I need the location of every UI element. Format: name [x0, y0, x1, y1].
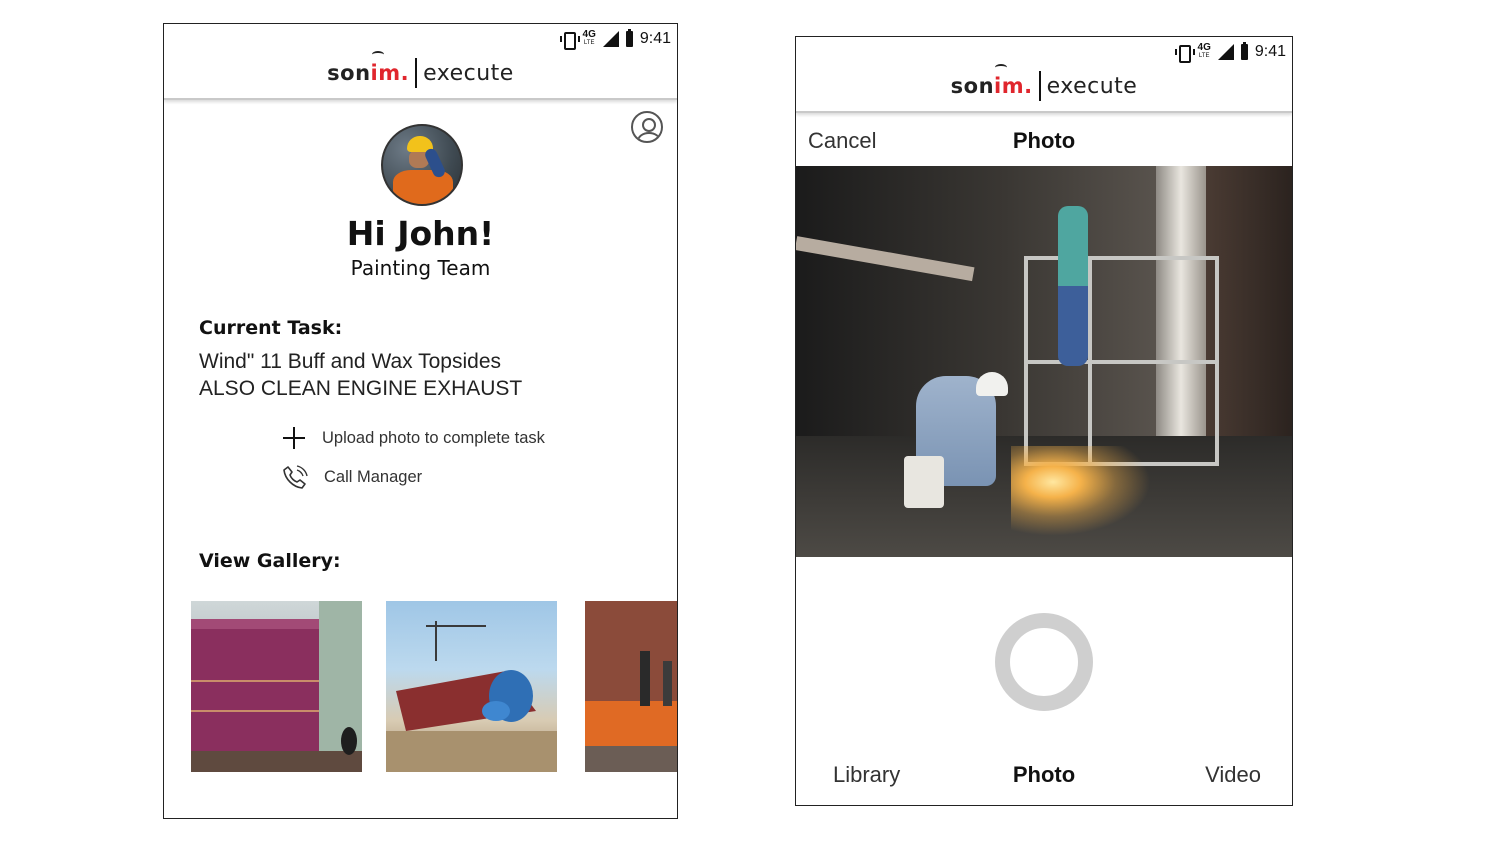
- signal-icon: [1217, 44, 1234, 60]
- preview-bucket: [904, 456, 944, 508]
- preview-scaffold: [1024, 256, 1219, 466]
- view-gallery-label: View Gallery:: [199, 550, 341, 572]
- brand-name-part1: son: [950, 74, 995, 98]
- wifi-icon: [995, 64, 1008, 71]
- phone-icon: [283, 465, 308, 489]
- brand-name-part2: im.: [370, 51, 410, 85]
- vibrate-icon: [559, 32, 580, 50]
- network-subtype: LTE: [1198, 53, 1210, 59]
- current-task-label: Current Task:: [199, 317, 343, 339]
- brand-logo: son im. execute: [164, 51, 677, 88]
- preview-sparks: [1011, 446, 1151, 536]
- gallery-image-propeller: [386, 621, 557, 772]
- gallery-thumbnail[interactable]: [585, 601, 677, 772]
- plus-icon: [282, 426, 306, 450]
- preview-helmet: [976, 372, 1008, 396]
- wifi-icon: [371, 51, 384, 58]
- status-time: 9:41: [1254, 43, 1286, 60]
- network-indicator: 4G LTE: [583, 30, 596, 48]
- user-circle-icon[interactable]: [631, 111, 663, 143]
- gallery-image-ship-bow: [585, 601, 677, 772]
- brand-product: execute: [1046, 73, 1138, 99]
- home-screen: 4G LTE 9:41 son im. execute Hi John! Pain…: [163, 23, 678, 819]
- gallery-image-ship-hull: [191, 601, 362, 772]
- status-time: 9:41: [639, 30, 671, 47]
- brand-product: execute: [423, 60, 514, 86]
- brand-name-part2: im.: [994, 64, 1033, 98]
- brand-divider: [1038, 71, 1041, 101]
- call-manager-label: Call Manager: [324, 467, 423, 486]
- task-description-line-2: ALSO CLEAN ENGINE EXHAUST: [199, 377, 523, 400]
- brand-divider: [415, 58, 418, 88]
- brand-logo: son im. execute: [796, 64, 1292, 101]
- brand-name-part2-text: im.: [370, 61, 410, 85]
- vibrate-icon: [1174, 45, 1195, 63]
- mode-video-tab[interactable]: Video: [1205, 762, 1261, 788]
- brand-name-part1: son: [327, 61, 371, 85]
- greeting: Hi John!: [346, 214, 495, 253]
- app-header: 4G LTE 9:41 son im. execute: [164, 24, 677, 100]
- signal-icon: [602, 31, 619, 47]
- gallery-thumbnail[interactable]: [191, 601, 362, 772]
- battery-icon: [625, 29, 633, 47]
- brand-name-part2-text: im.: [994, 74, 1033, 98]
- upload-photo-button[interactable]: Upload photo to complete task: [282, 426, 545, 450]
- app-header: 4G LTE 9:41 son im. execute: [796, 37, 1292, 113]
- upload-photo-label: Upload photo to complete task: [322, 428, 545, 447]
- status-bar: 4G LTE 9:41: [559, 28, 671, 50]
- preview-worker-standing: [1058, 206, 1088, 366]
- camera-title: Photo: [1012, 128, 1076, 153]
- gallery-thumbnail[interactable]: [386, 601, 557, 772]
- shutter-button[interactable]: [995, 613, 1093, 711]
- call-manager-button[interactable]: Call Manager: [282, 464, 422, 490]
- camera-screen: 4G LTE 9:41 son im. execute Cancel Photo …: [795, 36, 1293, 806]
- avatar: [381, 124, 463, 206]
- avatar-body: [393, 170, 453, 204]
- network-indicator: 4G LTE: [1198, 43, 1211, 61]
- team-name: Painting Team: [350, 256, 491, 280]
- network-subtype: LTE: [583, 40, 595, 46]
- camera-preview: [796, 166, 1292, 557]
- task-description-line-1: Wind" 11 Buff and Wax Topsides: [199, 350, 502, 373]
- status-bar: 4G LTE 9:41: [1174, 41, 1286, 63]
- battery-icon: [1240, 42, 1248, 60]
